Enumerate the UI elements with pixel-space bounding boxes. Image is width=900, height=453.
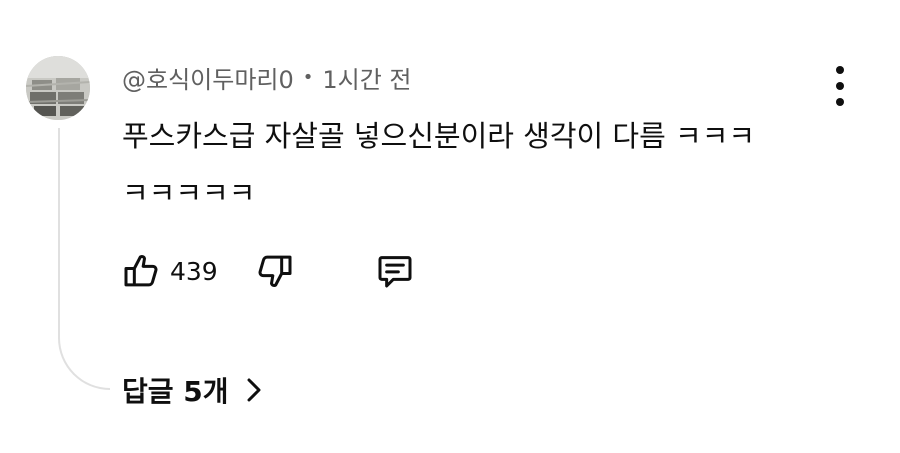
comment-text: 푸스카스급 자살골 넣으신분이라 생각이 다름 ㅋㅋㅋ ㅋㅋㅋㅋㅋ <box>122 119 756 210</box>
more-vertical-icon-dot <box>836 98 844 106</box>
more-vertical-icon-dot <box>836 82 844 90</box>
view-replies-button[interactable]: 답글 5개 <box>122 368 263 412</box>
reply-thread-line <box>58 128 110 390</box>
like-count: 439 <box>170 256 218 286</box>
comment-meta: @호식이두마리0 • 1시간 전 <box>122 60 412 94</box>
author-name[interactable]: @호식이두마리0 <box>122 60 294 95</box>
comment-reply-icon <box>378 256 412 288</box>
chevron-right-icon <box>245 377 263 403</box>
avatar-image <box>26 56 90 120</box>
like-button[interactable] <box>118 248 164 294</box>
dislike-button[interactable] <box>252 248 298 294</box>
reply-button[interactable] <box>372 248 418 294</box>
thumbs-up-icon <box>124 255 158 287</box>
meta-separator: • <box>302 66 314 88</box>
more-vertical-icon <box>836 66 844 74</box>
more-options-button[interactable] <box>826 66 854 106</box>
thumbs-down-icon <box>258 255 292 287</box>
comment-actions: 439 <box>118 246 418 296</box>
comment-card: @호식이두마리0 • 1시간 전 푸스카스급 자살골 넣으신분이라 생각이 다름… <box>0 0 900 453</box>
comment-time[interactable]: 1시간 전 <box>322 60 411 95</box>
replies-label: 답글 5개 <box>122 375 229 408</box>
avatar[interactable] <box>26 56 90 120</box>
